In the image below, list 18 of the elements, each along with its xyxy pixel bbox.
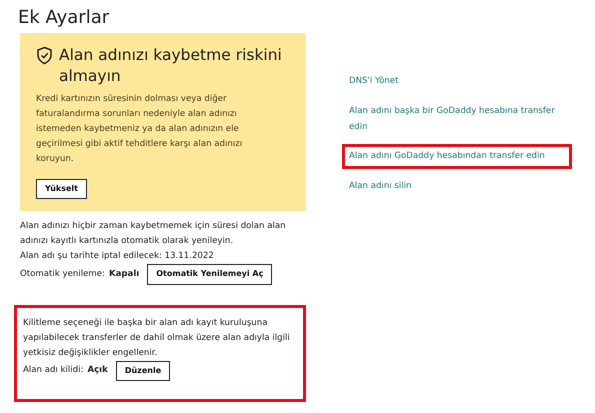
action-link[interactable]: DNS'i Yönet [342, 69, 571, 94]
lock-text: Kilitleme seçeneği ile başka bir alan adı kayıt kuruluşuna yapılabilecek transferler de dahil olmak üzere alan adıyla ilgili yetkisiz değişiklikler engellenir. [23, 316, 291, 360]
lock-label: Alan adı kilidi: [23, 364, 84, 378]
edit-button[interactable]: Düzenle [116, 360, 170, 382]
cancel-date-text: Alan adı şu tarihte iptal edilecek: 13.11.2022 [20, 250, 215, 264]
promo-text: Kredi kartınızın süresinin dolması veya diğer faturalandırma sorunları nedeniyle alan adınızı istemeden kaybetmeniz ya da alan adınızın ele geçirilmesi gibi aktif tehditlere karşı alan adınızı koruyun. [36, 92, 244, 166]
auto-renew-status: Kapalı [108, 268, 140, 281]
page-title: Ek Ayarlar [18, 6, 110, 30]
upgrade-button[interactable]: Yükselt [36, 178, 87, 200]
lock-status: Açık [87, 364, 108, 378]
promo-heading: Alan adınızı kaybetme riskini almayın [59, 45, 283, 86]
auto-renew-label: Otomatik yenileme: [20, 268, 105, 281]
shield-check-icon [36, 46, 53, 66]
action-link[interactable]: Alan adını GoDaddy hesabından transfer edin [342, 144, 572, 169]
action-link[interactable]: Alan adını silin [342, 174, 571, 198]
auto-renew-button[interactable]: Otomatik Yenilemeyi Aç [147, 264, 272, 285]
action-link[interactable]: Alan adını başka bir GoDaddy hesabına transfer edin [342, 98, 571, 140]
renewal-text: Alan adınızı hiçbir zaman kaybetmemek için süresi dolan alan adınızı kayıtlı kartınızla otomatik olarak yenileyin. [20, 220, 287, 248]
